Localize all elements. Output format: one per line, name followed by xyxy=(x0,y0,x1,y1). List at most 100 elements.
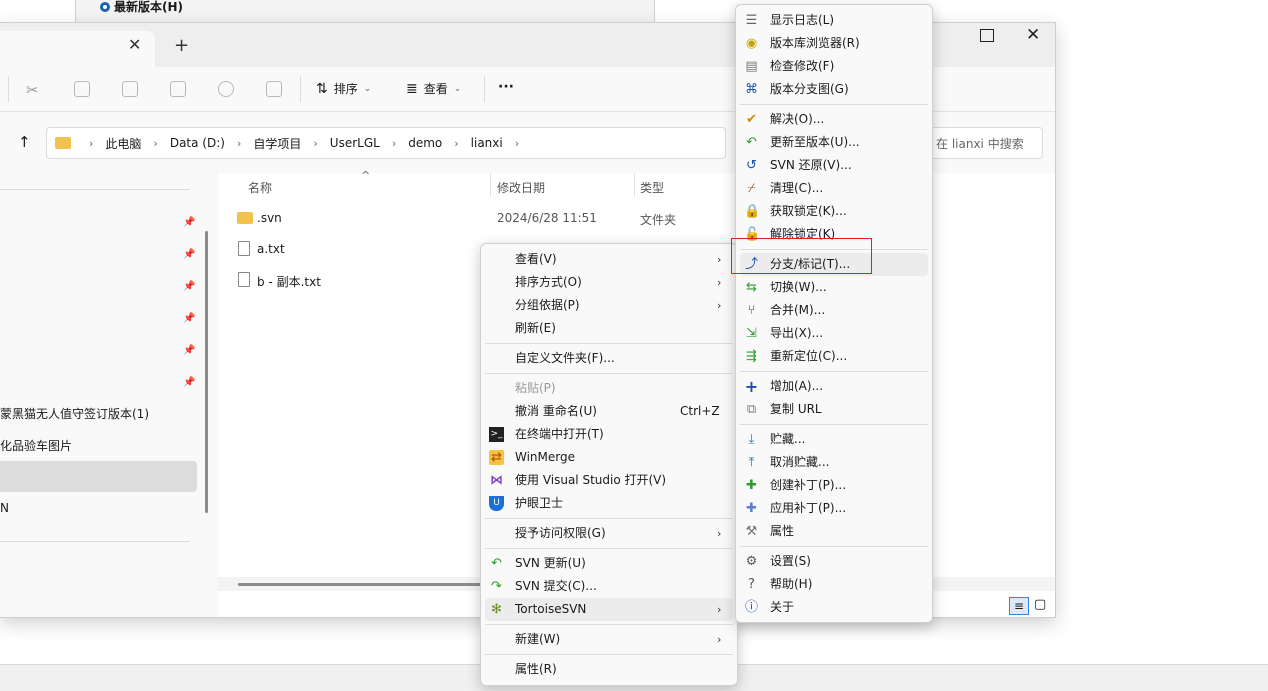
menu-item-open-terminal[interactable]: >_ 在终端中打开(T) xyxy=(481,423,737,446)
menu-item-repo-browser[interactable]: ◉ 版本库浏览器(R) xyxy=(736,32,932,55)
menu-item-label: WinMerge xyxy=(515,450,575,464)
properties-icon: ⚒ xyxy=(745,524,758,539)
menu-item-group-by[interactable]: 分组依据(P) › xyxy=(481,294,737,317)
folder-icon xyxy=(237,212,253,224)
menu-item-grant-access[interactable]: 授予访问权限(G) › xyxy=(481,522,737,545)
menu-item-create-patch[interactable]: ✚ 创建补丁(P)... xyxy=(736,474,932,497)
menu-item-svn-revert[interactable]: ↺ SVN 还原(V)... xyxy=(736,154,932,177)
pin-icon[interactable]: 📌 xyxy=(183,377,195,388)
menu-item-apply-patch[interactable]: ✚ 应用补丁(P)... xyxy=(736,497,932,520)
breadcrumb-userlgl[interactable]: UserLGL xyxy=(324,136,386,150)
menu-item-revision-graph[interactable]: ⌘ 版本分支图(G) xyxy=(736,78,932,101)
menu-item-refresh[interactable]: 刷新(E) xyxy=(481,317,737,340)
menu-item-visual-studio[interactable]: ⋈ 使用 Visual Studio 打开(V) xyxy=(481,469,737,492)
menu-item-unshelve[interactable]: ⤒ 取消贮藏... xyxy=(736,451,932,474)
nav-item-unattended-version[interactable]: 蒙黑猫无人值守签订版本(1) xyxy=(0,405,149,422)
menu-item-help[interactable]: ? 帮助(H) xyxy=(736,573,932,596)
more-options-icon[interactable]: ··· xyxy=(498,79,514,95)
breadcrumb-lianxi[interactable]: lianxi xyxy=(465,136,509,150)
up-arrow-icon[interactable]: ↑ xyxy=(18,133,31,151)
breadcrumb-demo[interactable]: demo xyxy=(402,136,448,150)
file-name: a.txt xyxy=(257,242,285,256)
menu-item-new[interactable]: 新建(W) › xyxy=(481,628,737,651)
menu-item-copy-url[interactable]: ⧉ 复制 URL xyxy=(736,398,932,421)
column-header-name[interactable]: 名称 xyxy=(248,179,272,196)
update-to-revision-icon: ↶ xyxy=(746,135,757,150)
share-icon[interactable] xyxy=(218,81,234,97)
menu-item-sort-by[interactable]: 排序方式(O) › xyxy=(481,271,737,294)
menu-item-show-log[interactable]: ☰ 显示日志(L) xyxy=(736,9,932,32)
pin-icon[interactable]: 📌 xyxy=(183,249,195,260)
address-bar[interactable]: › 此电脑 › Data (D:) › 自学项目 › UserLGL › dem… xyxy=(46,127,726,159)
menu-item-switch[interactable]: ⇆ 切换(W)... xyxy=(736,276,932,299)
delete-icon[interactable] xyxy=(266,81,282,97)
breadcrumb-data-drive[interactable]: Data (D:) xyxy=(164,136,231,150)
pin-icon[interactable]: 📌 xyxy=(183,345,195,356)
menu-item-svn-commit[interactable]: ↷ SVN 提交(C)... xyxy=(481,575,737,598)
menu-item-eye-guard[interactable]: U 护眼卫士 xyxy=(481,492,737,515)
menu-item-label: 新建(W) xyxy=(515,632,561,646)
menu-item-svn-update[interactable]: ↶ SVN 更新(U) xyxy=(481,552,737,575)
view-icon: ≣ xyxy=(406,80,418,97)
menu-item-add[interactable]: + 增加(A)... xyxy=(736,375,932,398)
cleanup-icon: ⌿ xyxy=(747,181,756,196)
menu-item-paste[interactable]: 粘贴(P) xyxy=(481,377,737,400)
nav-divider xyxy=(0,541,190,542)
menu-item-resolve[interactable]: ✔ 解决(O)... xyxy=(736,108,932,131)
column-divider[interactable] xyxy=(490,173,491,197)
tab-close-icon[interactable]: ✕ xyxy=(128,35,141,54)
paste-icon[interactable] xyxy=(122,81,138,97)
menu-item-label: 查看(V) xyxy=(515,252,557,266)
nav-item-vehicle-images[interactable]: 化品验车图片 xyxy=(0,437,72,454)
column-divider[interactable] xyxy=(634,173,635,197)
menu-item-winmerge[interactable]: ⇄ WinMerge xyxy=(481,446,737,469)
toolbar-divider xyxy=(300,76,301,102)
pin-icon[interactable]: 📌 xyxy=(183,313,195,324)
rename-icon[interactable] xyxy=(170,81,186,97)
nav-scrollbar[interactable] xyxy=(205,231,208,513)
menu-item-tortoisesvn[interactable]: ✻ TortoiseSVN › xyxy=(485,598,733,621)
column-header-type[interactable]: 类型 xyxy=(640,179,664,196)
maximize-icon[interactable] xyxy=(980,29,994,42)
menu-item-export[interactable]: ⇲ 导出(X)... xyxy=(736,322,932,345)
tiles-view-icon[interactable]: ▢ xyxy=(1034,597,1046,612)
chevron-right-icon: › xyxy=(454,136,459,150)
menu-item-label: 帮助(H) xyxy=(770,577,813,591)
search-input[interactable]: 在 lianxi 中搜索 xyxy=(928,127,1043,159)
menu-item-properties[interactable]: 属性(R) xyxy=(481,658,737,681)
menu-item-label: 版本分支图(G) xyxy=(770,82,849,96)
file-modified: 2024/6/28 11:51 xyxy=(497,211,597,225)
menu-item-label: 设置(S) xyxy=(770,554,811,568)
copy-icon[interactable] xyxy=(74,81,90,97)
latest-version-radio[interactable]: 最新版本(H) xyxy=(100,0,183,15)
column-header-modified[interactable]: 修改日期 xyxy=(497,179,545,196)
menu-item-about[interactable]: ⓘ 关于 xyxy=(736,596,932,619)
copy-url-icon: ⧉ xyxy=(746,402,757,417)
latest-version-label: 最新版本(H) xyxy=(114,0,184,14)
pin-icon[interactable]: 📌 xyxy=(183,217,195,228)
menu-item-cleanup[interactable]: ⌿ 清理(C)... xyxy=(736,177,932,200)
nav-item-selected[interactable] xyxy=(0,461,197,492)
pin-icon[interactable]: 📌 xyxy=(183,281,195,292)
sort-button[interactable]: ⇅ 排序 ⌄ xyxy=(316,80,371,97)
breadcrumb-self-study[interactable]: 自学项目 xyxy=(247,135,307,152)
menu-item-settings[interactable]: ⚙ 设置(S) xyxy=(736,550,932,573)
new-tab-icon[interactable]: + xyxy=(174,35,189,56)
nav-item-svn[interactable]: N xyxy=(0,501,9,515)
details-view-icon[interactable]: ≡ xyxy=(1009,597,1029,615)
menu-item-merge[interactable]: ⑂ 合并(M)... xyxy=(736,299,932,322)
breadcrumb-this-pc[interactable]: 此电脑 xyxy=(99,135,147,152)
menu-item-label: 检查修改(F) xyxy=(770,59,835,73)
menu-item-check-modifications[interactable]: ▤ 检查修改(F) xyxy=(736,55,932,78)
menu-item-get-lock[interactable]: 🔒 获取锁定(K)... xyxy=(736,200,932,223)
menu-item-undo-rename[interactable]: 撤消 重命名(U) Ctrl+Z xyxy=(481,400,737,423)
menu-item-customize-folder[interactable]: 自定义文件夹(F)... xyxy=(481,347,737,370)
window-close-icon[interactable]: ✕ xyxy=(1026,25,1040,45)
view-button[interactable]: ≣ 查看 ⌄ xyxy=(406,80,461,97)
menu-item-update-to-revision[interactable]: ↶ 更新至版本(U)... xyxy=(736,131,932,154)
menu-item-relocate[interactable]: ⇶ 重新定位(C)... xyxy=(736,345,932,368)
menu-item-properties-svn[interactable]: ⚒ 属性 xyxy=(736,520,932,543)
cut-icon[interactable]: ✂ xyxy=(26,81,39,99)
menu-item-shelve[interactable]: ⤓ 贮藏... xyxy=(736,428,932,451)
menu-item-view[interactable]: 查看(V) › xyxy=(481,248,737,271)
